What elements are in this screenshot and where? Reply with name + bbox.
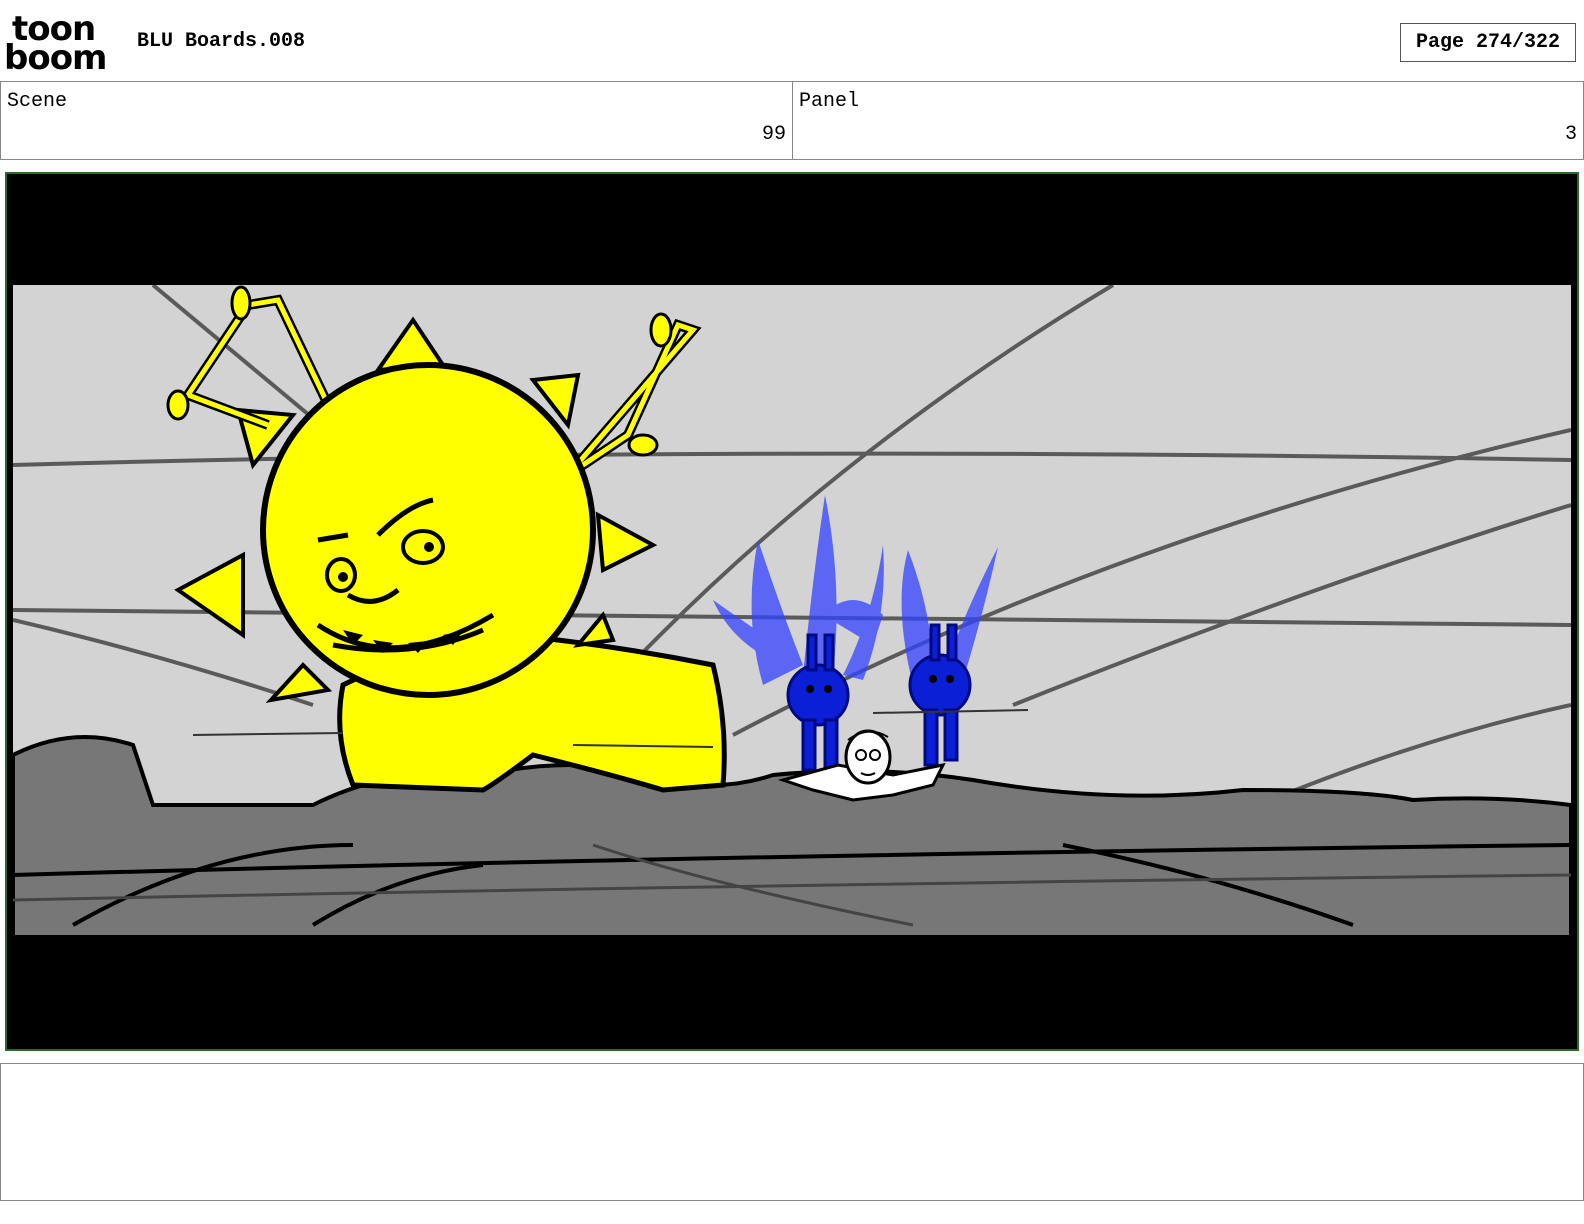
panel-label: Panel <box>799 90 860 113</box>
page-indicator: Page 274/322 <box>1400 23 1576 62</box>
panel-value: 3 <box>1564 123 1577 146</box>
document-title: BLU Boards.008 <box>137 30 306 53</box>
notes-box <box>0 1063 1584 1201</box>
scene-value: 99 <box>761 123 786 146</box>
storyboard-artwork <box>13 285 1571 937</box>
logo-bottom-word: boom <box>4 38 107 78</box>
toonboom-logo: toon boom <box>4 12 116 78</box>
scene-label: Scene <box>7 90 68 113</box>
scene-field: Scene 99 <box>0 82 793 160</box>
panel-field: Panel 3 <box>792 82 1584 160</box>
